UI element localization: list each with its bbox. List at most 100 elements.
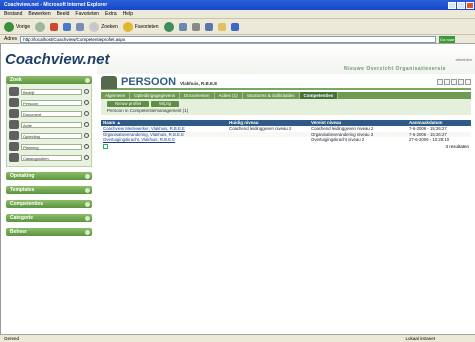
sidebar-head[interactable]: Templates xyxy=(6,186,92,194)
coachview-logo: Coachview.net xyxy=(5,51,110,68)
sidebar-head[interactable]: Opmaking xyxy=(6,172,92,180)
minimize-button[interactable] xyxy=(448,1,456,9)
stop-icon[interactable] xyxy=(50,22,59,31)
magnifier-icon[interactable] xyxy=(84,144,89,149)
sidebar-head-label: Templates xyxy=(10,187,35,193)
sidebar: Zoek Bedrijf Persoon Document Actie Ople… xyxy=(1,74,97,334)
home-icon[interactable] xyxy=(76,22,85,31)
menu-view[interactable]: Beeld xyxy=(57,11,70,17)
search-field-catalogusitem[interactable]: Catalogusitem xyxy=(21,154,82,161)
sidebar-group-templates[interactable]: Templates xyxy=(6,186,92,194)
search-field-actie[interactable]: Actie xyxy=(21,121,82,128)
tab-opleidingsgegevens[interactable]: Opleidingsgegevens xyxy=(130,92,181,99)
tool-icon[interactable] xyxy=(437,79,443,85)
window-title: Coachview.net - Microsoft Internet Explo… xyxy=(4,2,108,8)
course-icon xyxy=(9,131,19,140)
menu-edit[interactable]: Bewerken xyxy=(28,11,50,17)
person-silhouette-icon xyxy=(101,75,117,89)
person-icon xyxy=(9,98,19,107)
search-button[interactable]: Zoeken xyxy=(89,21,118,32)
search-icon xyxy=(89,21,100,32)
sidebar-group-competenties[interactable]: Competenties xyxy=(6,200,92,208)
sidebar-head-label: Categorie xyxy=(10,215,34,221)
maximize-button[interactable] xyxy=(457,1,465,9)
sidebar-head-zoek[interactable]: Zoek xyxy=(6,76,92,84)
magnifier-icon[interactable] xyxy=(84,122,89,127)
address-label: Adres xyxy=(4,36,18,42)
sidebar-search-body: Bedrijf Persoon Document Actie Opleiding… xyxy=(6,84,92,167)
refresh-icon[interactable] xyxy=(63,22,72,31)
sidebar-group-opmaking[interactable]: Opmaking xyxy=(6,172,92,180)
edit-button[interactable]: Wijzig xyxy=(151,101,180,107)
action-icon xyxy=(9,120,19,129)
tab-vacatures[interactable]: Vacatures & Sollicitaties xyxy=(243,92,300,99)
magnifier-icon[interactable] xyxy=(84,133,89,138)
header-tagline: Nieuwe Overzicht Organisatieversie xyxy=(343,66,446,72)
folder-icon[interactable] xyxy=(217,22,226,31)
favorites-button[interactable]: Favorieten xyxy=(122,21,159,32)
action-buttons: Nieuw profiel Wijzig xyxy=(107,101,180,107)
tool-icon[interactable] xyxy=(451,79,457,85)
magnifier-icon[interactable] xyxy=(84,89,89,94)
sidebar-head-label: Zoek xyxy=(10,77,22,83)
back-arrow-icon xyxy=(4,21,14,32)
search-field-document[interactable]: Document xyxy=(21,110,82,117)
person-name: Vlakhuis, R.B.E.E xyxy=(180,81,218,86)
tab-competenties[interactable]: Competenties xyxy=(299,92,339,99)
search-field-planning[interactable]: Planning xyxy=(21,143,82,150)
chevron-down-icon xyxy=(85,201,90,207)
favorites-label: Favorieten xyxy=(134,23,159,30)
breadcrumb: Persoon in Competentiemanagement (1) xyxy=(107,108,189,113)
star-icon xyxy=(122,21,133,32)
logout-link[interactable]: afmelden xyxy=(456,57,472,62)
tab-algemeen[interactable]: Algemeen xyxy=(101,92,131,99)
table-footer: 3 resultaten xyxy=(101,143,471,151)
magnifier-icon[interactable] xyxy=(84,100,89,105)
add-row-icon[interactable] xyxy=(103,144,108,149)
table-row[interactable]: Overtuigingskracht, Vlakhuis, R.B.E.E Ov… xyxy=(101,137,471,143)
mail-icon[interactable] xyxy=(178,22,187,31)
main-content: PERSOON Vlakhuis, R.B.E.E Algemeen Oplei… xyxy=(97,74,475,334)
window-titlebar: Coachview.net - Microsoft Internet Explo… xyxy=(0,0,475,10)
sidebar-head[interactable]: Categorie xyxy=(6,214,92,222)
sidebar-search-row: Document xyxy=(9,108,89,119)
sidebar-head[interactable]: Competenties xyxy=(6,200,92,208)
search-field-opleiding[interactable]: Opleiding xyxy=(21,132,82,139)
close-button[interactable] xyxy=(466,1,474,9)
status-text: Gereed xyxy=(4,336,20,341)
tool-icon[interactable] xyxy=(444,79,450,85)
history-icon[interactable] xyxy=(163,21,174,32)
search-label: Zoeken xyxy=(101,23,118,30)
menu-help[interactable]: Help xyxy=(123,11,133,17)
sidebar-group-beheer[interactable]: Beheer xyxy=(6,228,92,236)
menu-file[interactable]: Bestand xyxy=(4,11,22,17)
tab-acties[interactable]: Acties (1) xyxy=(215,92,243,99)
tool-icon[interactable] xyxy=(465,79,471,85)
magnifier-icon[interactable] xyxy=(84,155,89,160)
tool-icon[interactable] xyxy=(458,79,464,85)
forward-arrow-icon[interactable] xyxy=(35,21,46,32)
messenger-icon[interactable] xyxy=(230,22,239,31)
magnifier-icon[interactable] xyxy=(84,111,89,116)
address-input[interactable]: http://localhost/Coachview/Competentiepr… xyxy=(20,35,436,43)
menu-favorites[interactable]: Favorieten xyxy=(75,11,99,17)
print-icon[interactable] xyxy=(191,22,200,31)
tab-documenten[interactable]: Documenten xyxy=(180,92,215,99)
back-button[interactable]: Vorige xyxy=(4,21,31,32)
sidebar-head[interactable]: Beheer xyxy=(6,228,92,236)
back-label: Vorige xyxy=(16,23,31,30)
search-field-persoon[interactable]: Persoon xyxy=(21,99,82,106)
chevron-down-icon xyxy=(85,215,90,221)
edit-icon[interactable] xyxy=(204,22,213,31)
sidebar-head-label: Beheer xyxy=(10,229,27,235)
go-button[interactable]: Ga naar xyxy=(439,35,455,43)
document-icon xyxy=(9,109,19,118)
entity-header: PERSOON Vlakhuis, R.B.E.E xyxy=(101,75,471,90)
search-field-bedrijf[interactable]: Bedrijf xyxy=(21,88,82,95)
menu-tools[interactable]: Extra xyxy=(105,11,117,17)
header-tools xyxy=(437,79,471,85)
sidebar-group-categorie[interactable]: Categorie xyxy=(6,214,92,222)
cell-naam[interactable]: Overtuigingskracht, Vlakhuis, R.B.E.E xyxy=(101,137,229,143)
new-profile-button[interactable]: Nieuw profiel xyxy=(107,101,150,107)
sidebar-head-label: Opmaking xyxy=(10,173,35,179)
